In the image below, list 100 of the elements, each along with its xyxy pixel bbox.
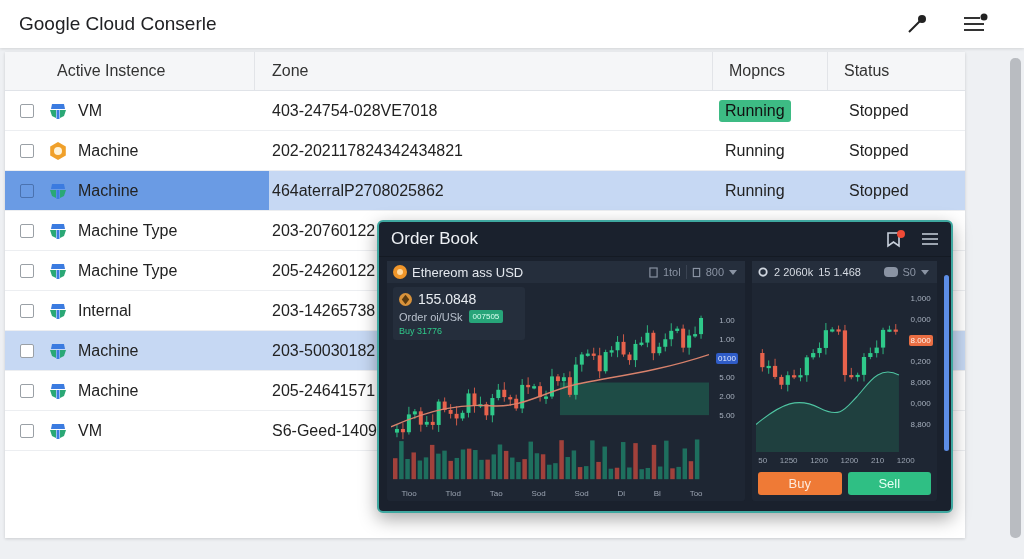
axis-label: Too [689,488,703,498]
pair-name: Ethereom ass USD [412,264,524,280]
caret-icon[interactable] [921,269,929,275]
axis-label: 1200 [840,455,859,465]
zone-cell: 205-24641571 [272,381,376,400]
window-title: Order Book [391,229,478,249]
axis-label: Bl [653,488,661,498]
axis-label: 210 [870,455,885,465]
row-checkbox[interactable] [20,343,34,358]
instance-name: Machine [78,341,139,360]
axis-label: 8,000 [909,377,932,388]
zone-cell: 205-24260122 [272,261,376,280]
menu-icon[interactable] [921,231,939,247]
amount-dropdown[interactable]: S0 [902,266,916,278]
metrics-status: Running [724,140,786,161]
scrollbar[interactable] [1010,58,1021,538]
buy-line: Buy 31776 [399,326,444,336]
name-cell[interactable]: Machine [5,131,269,170]
axis-label: Tao [489,488,503,498]
zone-cell: 203-50030182 [272,341,376,360]
column-header[interactable]: Active Instence [5,52,255,90]
order-label: Order oi/USk [399,310,463,323]
price-value: 155.0848 [418,291,477,307]
axis-label: 0,000 [909,314,932,325]
instance-name: Internal [78,301,132,320]
zone-cell: 203-20760122 [272,221,376,240]
stat-value: 2 2060k [774,266,814,278]
axis-label: 0,000 [909,398,932,409]
row-checkbox[interactable] [20,103,34,118]
axis-label: Tlod [445,488,461,498]
axis-label: 0100 [716,353,738,364]
instance-name: VM [78,421,102,440]
instance-name: Machine [78,181,139,200]
row-checkbox[interactable] [20,423,34,438]
column-header[interactable]: Mopncs [713,52,828,90]
axis-label: Sod [574,488,589,498]
column-header[interactable]: Zone [255,52,713,90]
row-checkbox[interactable] [20,383,34,398]
diamond-coin-icon [399,292,412,306]
name-cell[interactable]: Internal [5,291,269,330]
row-checkbox[interactable] [20,263,34,278]
axis-label: 1200 [810,455,828,465]
table-row[interactable]: Machine 464aterralP2708025862 Running Stopped [5,171,965,211]
pen-icon[interactable] [906,13,928,35]
app-title: Google Cloud Conserle [19,13,217,35]
caret-icon[interactable] [729,269,737,275]
calendar-icon [648,266,658,278]
axis-label: 5.00 [718,372,736,383]
stat-value: 15 1.468 [818,266,861,278]
instance-name: Machine Type [78,221,178,240]
coin-icon [48,140,68,161]
axis-label: 1200 [896,455,915,465]
table-row[interactable]: VM 403-24754-028VE7018 Running Stopped [5,91,965,131]
interval-label[interactable]: 1tol [662,266,681,278]
axis-label: 1.00 [718,315,736,326]
metrics-status: Running [724,180,786,201]
amount-dropdown[interactable]: 800 [705,266,724,278]
axis-label: 50 [758,455,768,465]
copy-icon [691,266,701,278]
order-badge: 007505 [468,310,504,323]
name-cell[interactable]: Machine Type [5,211,269,250]
row-checkbox[interactable] [20,223,34,238]
axis-label: 1,000 [909,293,932,304]
status-cell-text: Stopped [848,141,909,160]
zone-cell: S6-Geed-1409 [272,421,377,440]
zone-cell: 464aterralP2708025862 [272,181,444,200]
axis-label: 5.00 [718,410,736,421]
bookmark-icon[interactable] [885,229,907,249]
instance-name: VM [78,101,102,120]
axis-label: Tioo [401,488,417,498]
column-header[interactable]: Status [828,52,890,90]
name-cell[interactable]: Machine [5,171,269,210]
row-checkbox[interactable] [20,143,34,158]
zone-cell: 202-202117824342434821 [272,141,463,160]
row-checkbox[interactable] [20,183,34,198]
status-cell-text: Stopped [848,181,909,200]
search-icon[interactable] [758,266,769,278]
zone-cell: 403-24754-028VE7018 [272,101,438,120]
status-cell-text: Stopped [848,101,909,120]
name-cell[interactable]: VM [5,91,269,130]
scrollbar[interactable] [944,275,949,451]
instance-name: Machine [78,381,139,400]
name-cell[interactable]: VM [5,411,269,450]
name-cell[interactable]: Machine [5,331,269,370]
axis-label: Sod [531,488,546,498]
metrics-status: Running [719,99,791,122]
axis-label: 0,200 [909,356,932,367]
axis-label: 1.00 [718,334,736,345]
instance-name: Machine [78,141,139,160]
toggle-icon [883,267,898,277]
coin-icon [393,265,407,279]
row-checkbox[interactable] [20,303,34,318]
axis-label: Di [617,488,625,498]
axis-label: 1250 [779,455,798,465]
axis-label: 8.000 [908,335,933,346]
name-cell[interactable]: Machine Type [5,251,269,290]
axis-label: 8,800 [909,419,932,430]
zone-cell: 203-14265738 [272,301,376,320]
instance-name: Machine Type [78,261,178,280]
name-cell[interactable]: Machine [5,371,269,410]
